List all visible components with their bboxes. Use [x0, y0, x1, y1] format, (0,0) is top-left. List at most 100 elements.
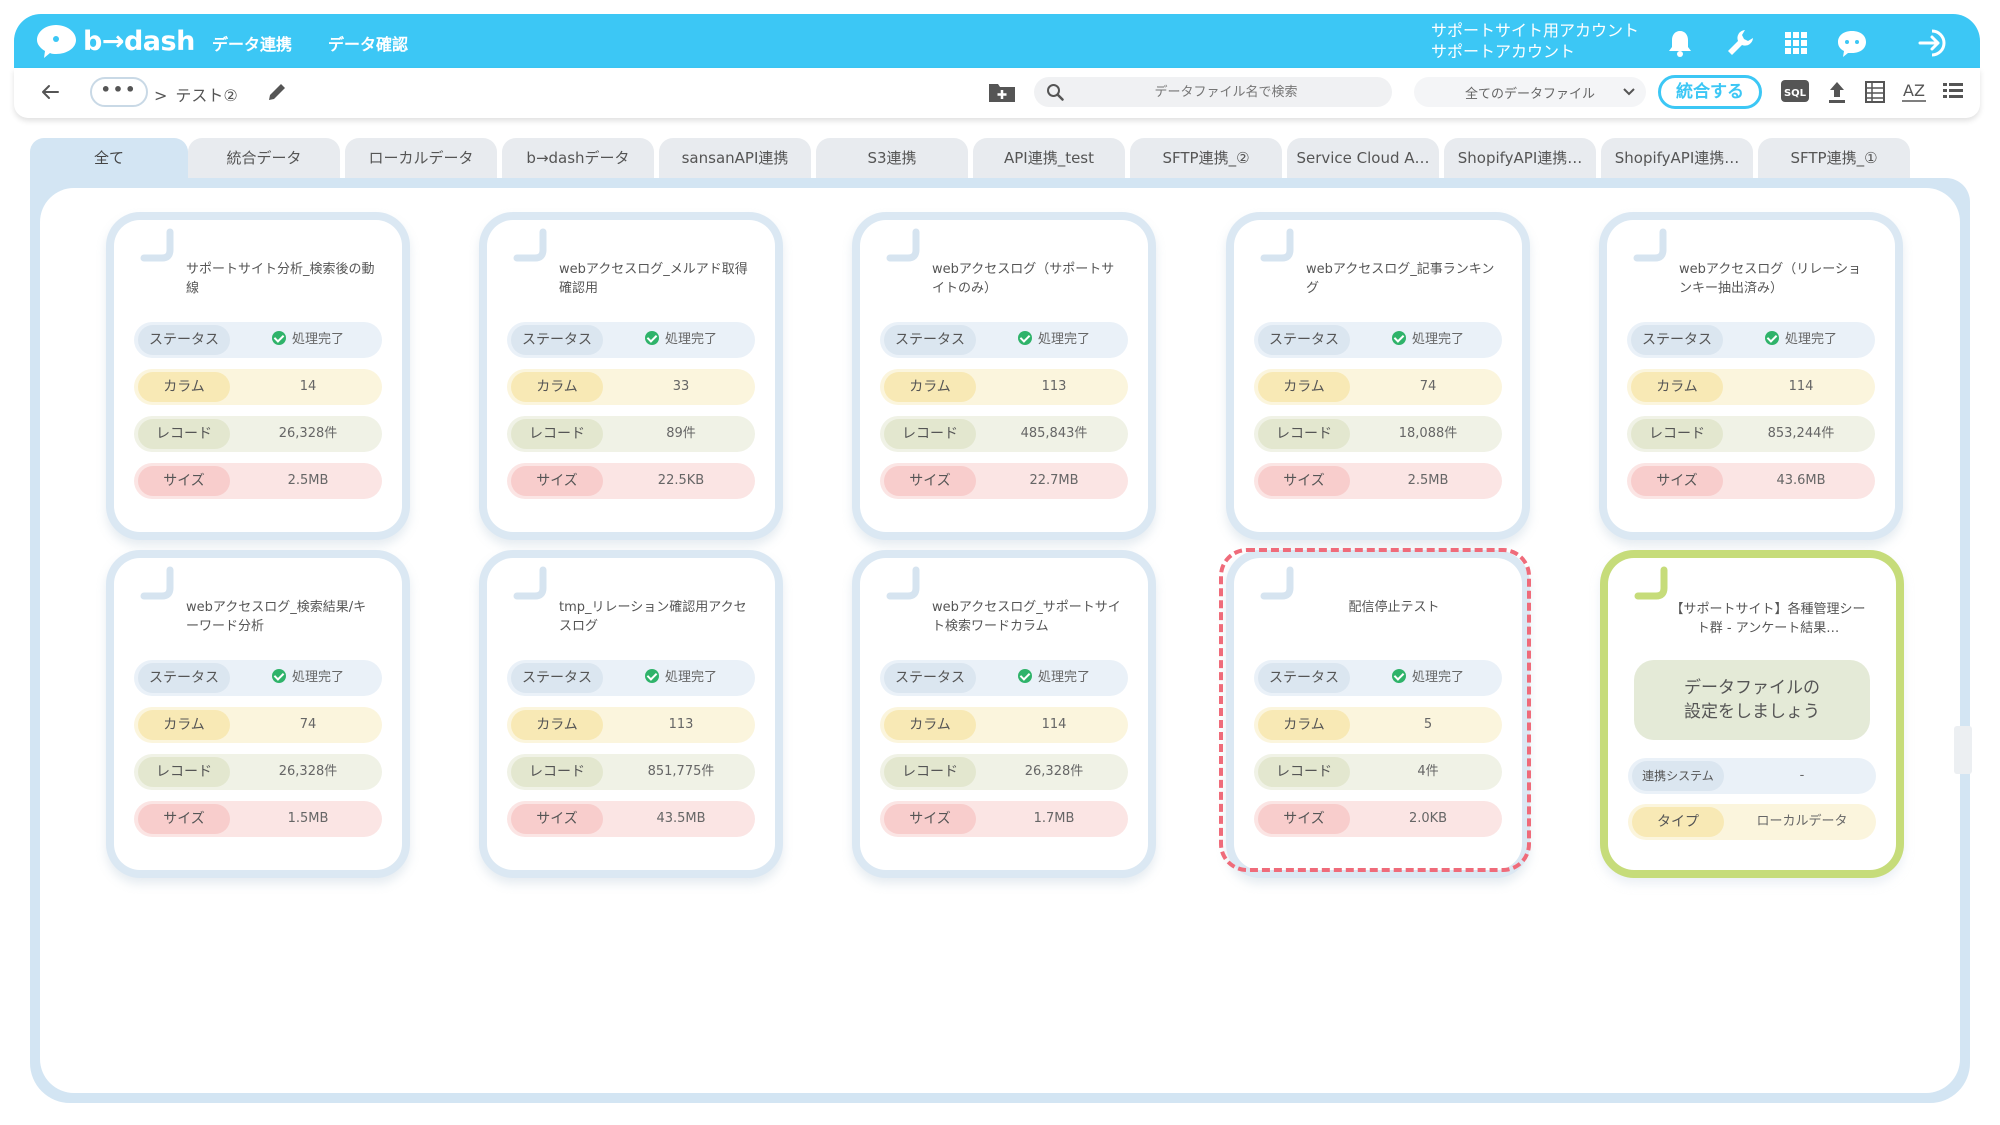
svg-text:AZ: AZ	[1903, 81, 1925, 100]
bell-icon[interactable]	[1664, 27, 1696, 59]
folder-add-icon[interactable]	[988, 80, 1016, 108]
column-label: カラム	[884, 710, 976, 740]
column-row: カラム 113	[507, 707, 755, 743]
column-label: カラム	[1631, 372, 1723, 402]
type-row: タイプ ローカルデータ	[1628, 804, 1876, 840]
search-input[interactable]	[1076, 81, 1376, 103]
record-row: レコード 18,088件	[1254, 416, 1502, 452]
pencil-edit-icon[interactable]	[266, 81, 288, 107]
tab-shopify-api-1[interactable]: ShopifyAPI連携…	[1444, 138, 1596, 178]
tab-bdash-data[interactable]: b→dashデータ	[502, 138, 654, 178]
column-label: カラム	[884, 372, 976, 402]
status-value: 処理完了	[1727, 322, 1875, 358]
system-label: 連携システム	[1632, 761, 1724, 791]
tab-integrated-data[interactable]: 統合データ	[188, 138, 340, 178]
back-arrow-icon[interactable]	[40, 83, 60, 105]
data-file-card[interactable]: webアクセスログ（リレーションキー抽出済み） ステータス 処理完了 カラム 114 レコ…	[1607, 220, 1895, 532]
record-label: レコード	[511, 419, 603, 449]
column-label: カラム	[1258, 372, 1350, 402]
size-label: サイズ	[1258, 466, 1350, 496]
tab-sansan-api[interactable]: sansanAPI連携	[659, 138, 811, 178]
tab-sftp-1[interactable]: SFTP連携_①	[1758, 138, 1910, 178]
column-row: カラム 14	[134, 369, 382, 405]
size-label: サイズ	[1631, 466, 1723, 496]
tab-service-cloud[interactable]: Service Cloud A…	[1287, 138, 1439, 178]
record-value: 485,843件	[1020, 426, 1088, 441]
logout-icon[interactable]	[1918, 27, 1950, 59]
size-label: サイズ	[511, 804, 603, 834]
record-row: レコード 26,328件	[134, 416, 382, 452]
status-row: ステータス 処理完了	[507, 660, 755, 696]
list-view-icon[interactable]	[1942, 80, 1964, 106]
record-label: レコード	[1258, 419, 1350, 449]
size-label: サイズ	[884, 804, 976, 834]
record-value: 26,328件	[1024, 764, 1084, 779]
column-value: 74	[299, 717, 317, 732]
file-filter-value: 全てのデータファイル	[1464, 86, 1595, 102]
setup-message[interactable]: データファイルの 設定をしましょう	[1634, 660, 1870, 740]
size-value: 43.6MB	[1776, 473, 1826, 488]
data-file-card[interactable]: webアクセスログ_サポートサイト検索ワードカラム ステータス 処理完了 カラム 114…	[860, 558, 1148, 870]
scrollbar-thumb[interactable]	[1954, 726, 1972, 774]
card-title: webアクセスログ_検索結果/キーワード分析	[186, 600, 367, 634]
apps-grid-icon[interactable]	[1780, 27, 1812, 59]
breadcrumb-more-button[interactable]: •••	[90, 77, 148, 107]
wrench-icon[interactable]	[1724, 27, 1756, 59]
page-toolbar: ••• > テスト② 全てのデータファイル 統合する SQL AZ	[14, 68, 1980, 118]
column-row: カラム 74	[1254, 369, 1502, 405]
data-file-card[interactable]: サポートサイト分析_検索後の動線 ステータス 処理完了 カラム 14 レコード 26,328…	[114, 220, 402, 532]
file-notch-icon	[513, 566, 547, 600]
support-chat-icon[interactable]	[1836, 27, 1868, 59]
check-circle-icon	[271, 669, 286, 683]
status-row: ステータス 処理完了	[880, 322, 1128, 358]
table-view-icon[interactable]	[1864, 80, 1886, 108]
status-label: ステータス	[1631, 325, 1723, 355]
status-text: 処理完了	[1411, 332, 1464, 347]
status-value: 処理完了	[607, 660, 755, 696]
merge-button[interactable]: 統合する	[1658, 75, 1762, 109]
tab-s3[interactable]: S3連携	[816, 138, 968, 178]
sql-icon[interactable]: SQL	[1780, 78, 1810, 108]
search-field[interactable]	[1034, 77, 1392, 107]
tab-shopify-api-2[interactable]: ShopifyAPI連携…	[1601, 138, 1753, 178]
data-file-card[interactable]: webアクセスログ_検索結果/キーワード分析 ステータス 処理完了 カラム 74 レコード…	[114, 558, 402, 870]
column-label: カラム	[511, 372, 603, 402]
column-row: カラム 74	[134, 707, 382, 743]
nav-data-integration[interactable]: データ連携	[212, 31, 292, 55]
nav-data-check[interactable]: データ確認	[328, 31, 408, 55]
status-label: ステータス	[138, 663, 230, 693]
card-title: webアクセスログ_メルアド取得確認用	[559, 262, 748, 296]
logo-text: b→dash	[83, 25, 195, 57]
record-label: レコード	[1631, 419, 1723, 449]
size-value: 2.5MB	[287, 473, 329, 488]
record-value: 18,088件	[1398, 426, 1458, 441]
record-row: レコード 26,328件	[880, 754, 1128, 790]
sort-az-icon[interactable]: AZ	[1900, 76, 1928, 110]
data-file-card-unconfigured[interactable]: 【サポートサイト】各種管理シート群 - アンケート結果… データファイルの 設定…	[1608, 558, 1896, 870]
app-header: b→dash データ連携 データ確認 サポートサイト用アカウント サポートアカウ…	[14, 14, 1980, 68]
tab-api-test[interactable]: API連携_test	[973, 138, 1125, 178]
data-file-card[interactable]: webアクセスログ_記事ランキング ステータス 処理完了 カラム 74 レコード 18,08…	[1234, 220, 1522, 532]
breadcrumb-current[interactable]: テスト②	[175, 86, 237, 105]
upload-icon[interactable]	[1826, 80, 1848, 108]
data-file-card[interactable]: webアクセスログ_メルアド取得確認用 ステータス 処理完了 カラム 33 レコード 89件…	[487, 220, 775, 532]
tab-local-data[interactable]: ローカルデータ	[345, 138, 497, 178]
check-circle-icon	[644, 669, 659, 683]
card-title: webアクセスログ_記事ランキング	[1306, 262, 1495, 296]
file-filter-select[interactable]: 全てのデータファイル	[1414, 77, 1646, 107]
data-file-card[interactable]: tmp_リレーション確認用アクセスログステータス 処理完了 カラム 113 レコード 85…	[487, 558, 775, 870]
system-row: 連携システム -	[1628, 758, 1876, 794]
chevron-down-icon	[1622, 85, 1636, 103]
breadcrumb: > テスト②	[154, 82, 238, 106]
tab-all[interactable]: 全て	[30, 138, 188, 178]
data-file-card[interactable]: webアクセスログ（サポートサイトのみ） ステータス 処理完了 カラム 113 レコード 4…	[860, 220, 1148, 532]
search-icon	[1046, 83, 1064, 105]
account-info[interactable]: サポートサイト用アカウント サポートアカウント	[1431, 20, 1639, 62]
record-row: レコード 485,843件	[880, 416, 1128, 452]
brand-logo[interactable]: b→dash	[36, 23, 195, 59]
status-value: 処理完了	[980, 322, 1128, 358]
size-value: 1.5MB	[287, 811, 329, 826]
card-title: tmp_リレーション確認用アクセスログ	[559, 600, 747, 634]
tab-sftp-2[interactable]: SFTP連携_②	[1130, 138, 1282, 178]
record-row: レコード 851,775件	[507, 754, 755, 790]
